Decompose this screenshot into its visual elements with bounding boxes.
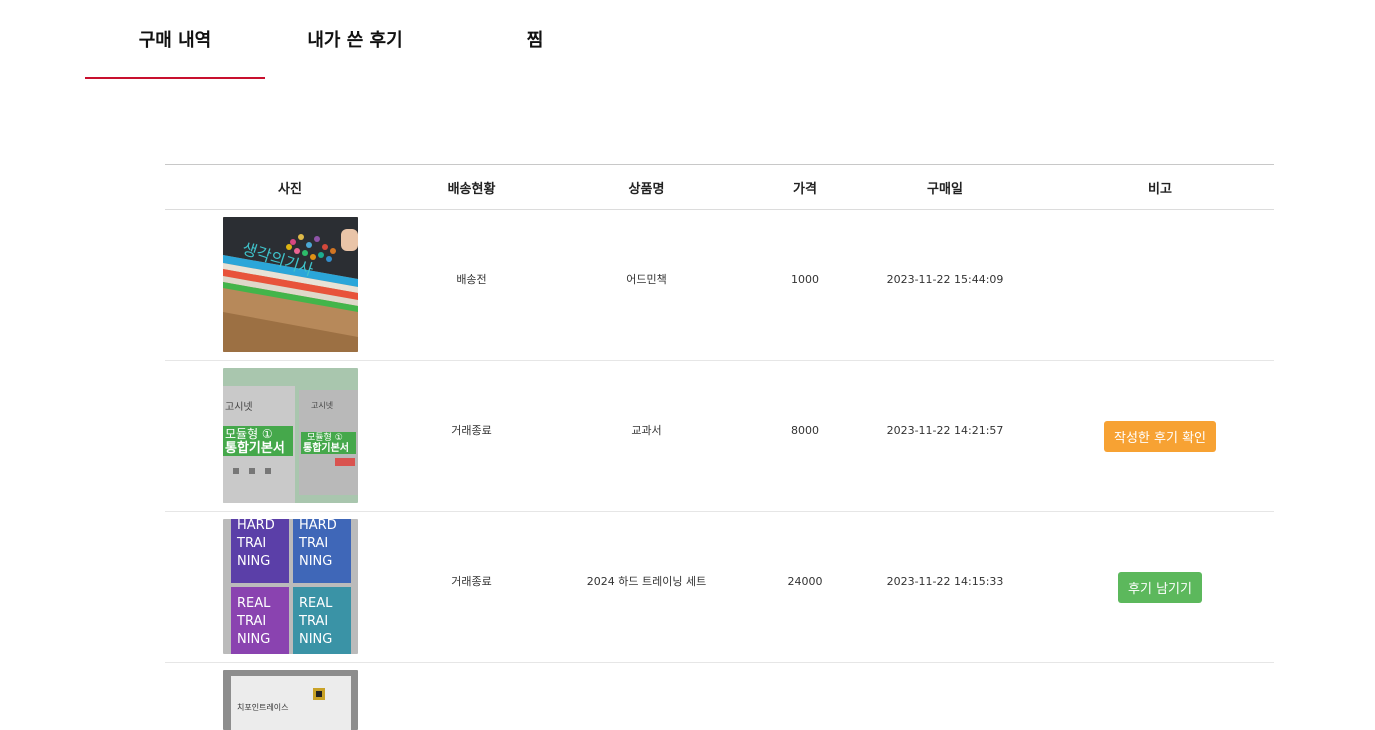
- purchase-date: 2023-11-22 14:15:33: [886, 574, 1004, 588]
- thumb-text: TRAI: [298, 614, 328, 629]
- product-photo[interactable]: 고시넷 모듈형 ① 통합기본서 고시넷 모듈형 ① 통합기본서: [223, 368, 358, 503]
- thumb-text: REAL: [299, 596, 333, 611]
- table-row: 생각의기사 배송전 어드민책 1000 2023-11-22 15:44:09: [165, 210, 1274, 361]
- thumb-text: TRAI: [236, 614, 266, 629]
- delivery-status: 배송전: [456, 273, 487, 286]
- product-name: 교과서: [631, 424, 662, 437]
- view-written-review-button[interactable]: 작성한 후기 확인: [1104, 420, 1216, 452]
- header-price: 가격: [793, 181, 817, 197]
- thumb-text: TRAI: [236, 536, 266, 551]
- thumb-text: NING: [237, 554, 270, 569]
- delivery-status: 거래종료: [451, 575, 492, 588]
- note-cell: [1045, 210, 1275, 360]
- thumb-text: 고시넷: [225, 401, 253, 413]
- thumb-text: NING: [299, 632, 332, 647]
- purchase-date: 2023-11-22 15:44:09: [886, 272, 1004, 286]
- thumb-text: REAL: [237, 596, 271, 611]
- thumb-text: 치포인트레이스: [237, 702, 289, 712]
- price: 1000: [791, 272, 819, 286]
- product-photo[interactable]: HARD TRAI NING HARD TRAI NING REAL TRAI …: [223, 519, 358, 654]
- tab-bar: 구매 내역 내가 쓴 후기 찜: [0, 0, 1375, 80]
- thumb-text: NING: [299, 554, 332, 569]
- header-note: 비고: [1148, 181, 1172, 197]
- product-name: 어드민책: [626, 273, 667, 286]
- tab-my-reviews[interactable]: 내가 쓴 후기: [290, 28, 420, 54]
- price: 24000: [787, 574, 823, 588]
- product-photo[interactable]: 치포인트레이스: [223, 670, 358, 730]
- thumb-text: 통합기본서: [303, 441, 349, 454]
- header-purchase-date: 구매일: [927, 181, 963, 197]
- tab-wishlist[interactable]: 찜: [505, 28, 565, 54]
- thumb-text: HARD: [299, 519, 337, 533]
- delivery-status: 거래종료: [451, 424, 492, 437]
- purchase-date: 2023-11-22 14:21:57: [886, 423, 1004, 437]
- thumb-text: 모듈형 ①: [225, 427, 273, 441]
- header-photo: 사진: [278, 181, 302, 197]
- note-cell: 후기 남기기: [1045, 512, 1275, 662]
- note-cell: 작성한 후기 확인: [1045, 361, 1275, 511]
- thumb-text: 모듈형 ①: [307, 432, 343, 443]
- tab-purchase-history[interactable]: 구매 내역: [115, 28, 235, 54]
- price: 8000: [791, 423, 819, 437]
- thumb-text: TRAI: [298, 536, 328, 551]
- thumb-text: NING: [237, 632, 270, 647]
- product-name: 2024 하드 트레이닝 세트: [586, 575, 707, 588]
- header-delivery-status: 배송현황: [447, 181, 496, 197]
- table-row: 고시넷 모듈형 ① 통합기본서 고시넷 모듈형 ① 통합기본서 거래종료 교과서…: [165, 361, 1274, 512]
- table-header-row: 사진 배송현황 상품명 가격 구매일 비고: [165, 164, 1274, 210]
- write-review-button[interactable]: 후기 남기기: [1118, 571, 1202, 603]
- purchase-table: 사진 배송현황 상품명 가격 구매일 비고 생각의기사 배송전 어드민책 100…: [165, 164, 1274, 730]
- thumb-text: HARD: [237, 519, 275, 533]
- thumb-text: 통합기본서: [225, 440, 285, 456]
- table-row: 치포인트레이스: [165, 663, 1274, 730]
- thumb-text: 고시넷: [311, 401, 333, 410]
- product-photo[interactable]: 생각의기사: [223, 217, 358, 352]
- header-product-name: 상품명: [628, 181, 665, 197]
- table-row: HARD TRAI NING HARD TRAI NING REAL TRAI …: [165, 512, 1274, 663]
- active-tab-indicator: [85, 77, 265, 79]
